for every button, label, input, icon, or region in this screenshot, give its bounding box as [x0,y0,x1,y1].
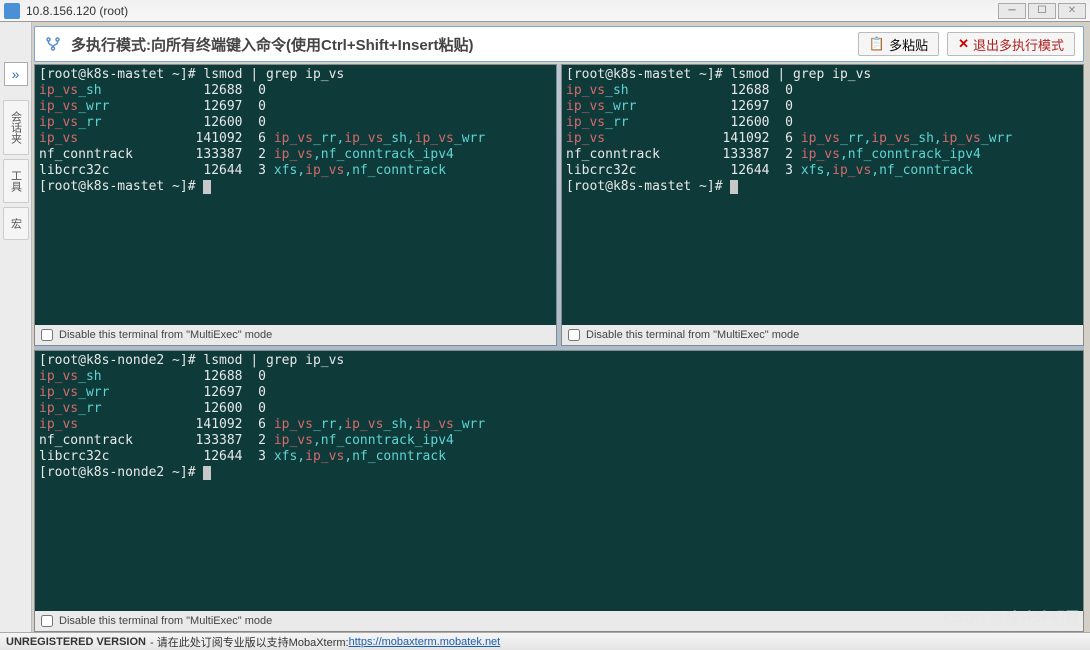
left-sidebar: » 会话夹工具宏 [0,22,32,632]
close-icon: ✕ [958,36,969,52]
app-icon [4,3,20,19]
terminal-pane: [root@k8s-nonde2 ~]# lsmod | grep ip_vs … [34,350,1084,632]
terminal-footer: Disable this terminal from "MultiExec" m… [35,611,1083,631]
fork-icon [43,34,63,54]
exit-multiexec-label: 退出多执行模式 [973,35,1064,54]
status-text: - 请在此处订阅专业版以支持MobaXterm: [150,634,349,650]
paste-icon: 📋 [869,36,885,52]
terminal-footer: Disable this terminal from "MultiExec" m… [35,325,556,345]
multiexec-label: 多执行模式:向所有终端键入命令(使用Ctrl+Shift+Insert粘贴) [71,34,850,55]
sidebar-tab[interactable]: 会话夹 [3,100,29,155]
terminal-pane: [root@k8s-mastet ~]# lsmod | grep ip_vs … [34,64,557,346]
disable-terminal-checkbox[interactable] [41,329,53,341]
disable-terminal-checkbox[interactable] [41,615,53,627]
status-bar: UNREGISTERED VERSION - 请在此处订阅专业版以支持MobaX… [0,632,1090,650]
window-titlebar: 10.8.156.120 (root) ─ ☐ ✕ [0,0,1090,22]
disable-terminal-label: Disable this terminal from "MultiExec" m… [59,615,272,627]
close-button[interactable]: ✕ [1058,3,1086,19]
unregistered-label: UNREGISTERED VERSION [6,636,146,648]
sidebar-tab[interactable]: 宏 [3,207,29,240]
terminal-grid: [root@k8s-mastet ~]# lsmod | grep ip_vs … [34,64,1084,632]
sidebar-tab[interactable]: 工具 [3,159,29,203]
minimize-button[interactable]: ─ [998,3,1026,19]
terminal-pane: [root@k8s-mastet ~]# lsmod | grep ip_vs … [561,64,1084,346]
terminal-output[interactable]: [root@k8s-mastet ~]# lsmod | grep ip_vs … [562,65,1083,325]
window-title: 10.8.156.120 (root) [26,4,998,18]
disable-terminal-label: Disable this terminal from "MultiExec" m… [59,329,272,341]
mobaxterm-link[interactable]: https://mobaxterm.mobatek.net [349,636,501,648]
terminal-footer: Disable this terminal from "MultiExec" m… [562,325,1083,345]
multi-paste-label: 多粘贴 [889,35,928,54]
exit-multiexec-button[interactable]: ✕ 退出多执行模式 [947,32,1075,56]
expand-sidebar-button[interactable]: » [4,62,28,86]
multiexec-toolbar: 多执行模式:向所有终端键入命令(使用Ctrl+Shift+Insert粘贴) 📋… [34,26,1084,62]
multi-paste-button[interactable]: 📋 多粘贴 [858,32,939,56]
disable-terminal-checkbox[interactable] [568,329,580,341]
terminal-output[interactable]: [root@k8s-nonde2 ~]# lsmod | grep ip_vs … [35,351,1083,611]
window-controls: ─ ☐ ✕ [998,3,1086,19]
terminal-output[interactable]: [root@k8s-mastet ~]# lsmod | grep ip_vs … [35,65,556,325]
disable-terminal-label: Disable this terminal from "MultiExec" m… [586,329,799,341]
maximize-button[interactable]: ☐ [1028,3,1056,19]
